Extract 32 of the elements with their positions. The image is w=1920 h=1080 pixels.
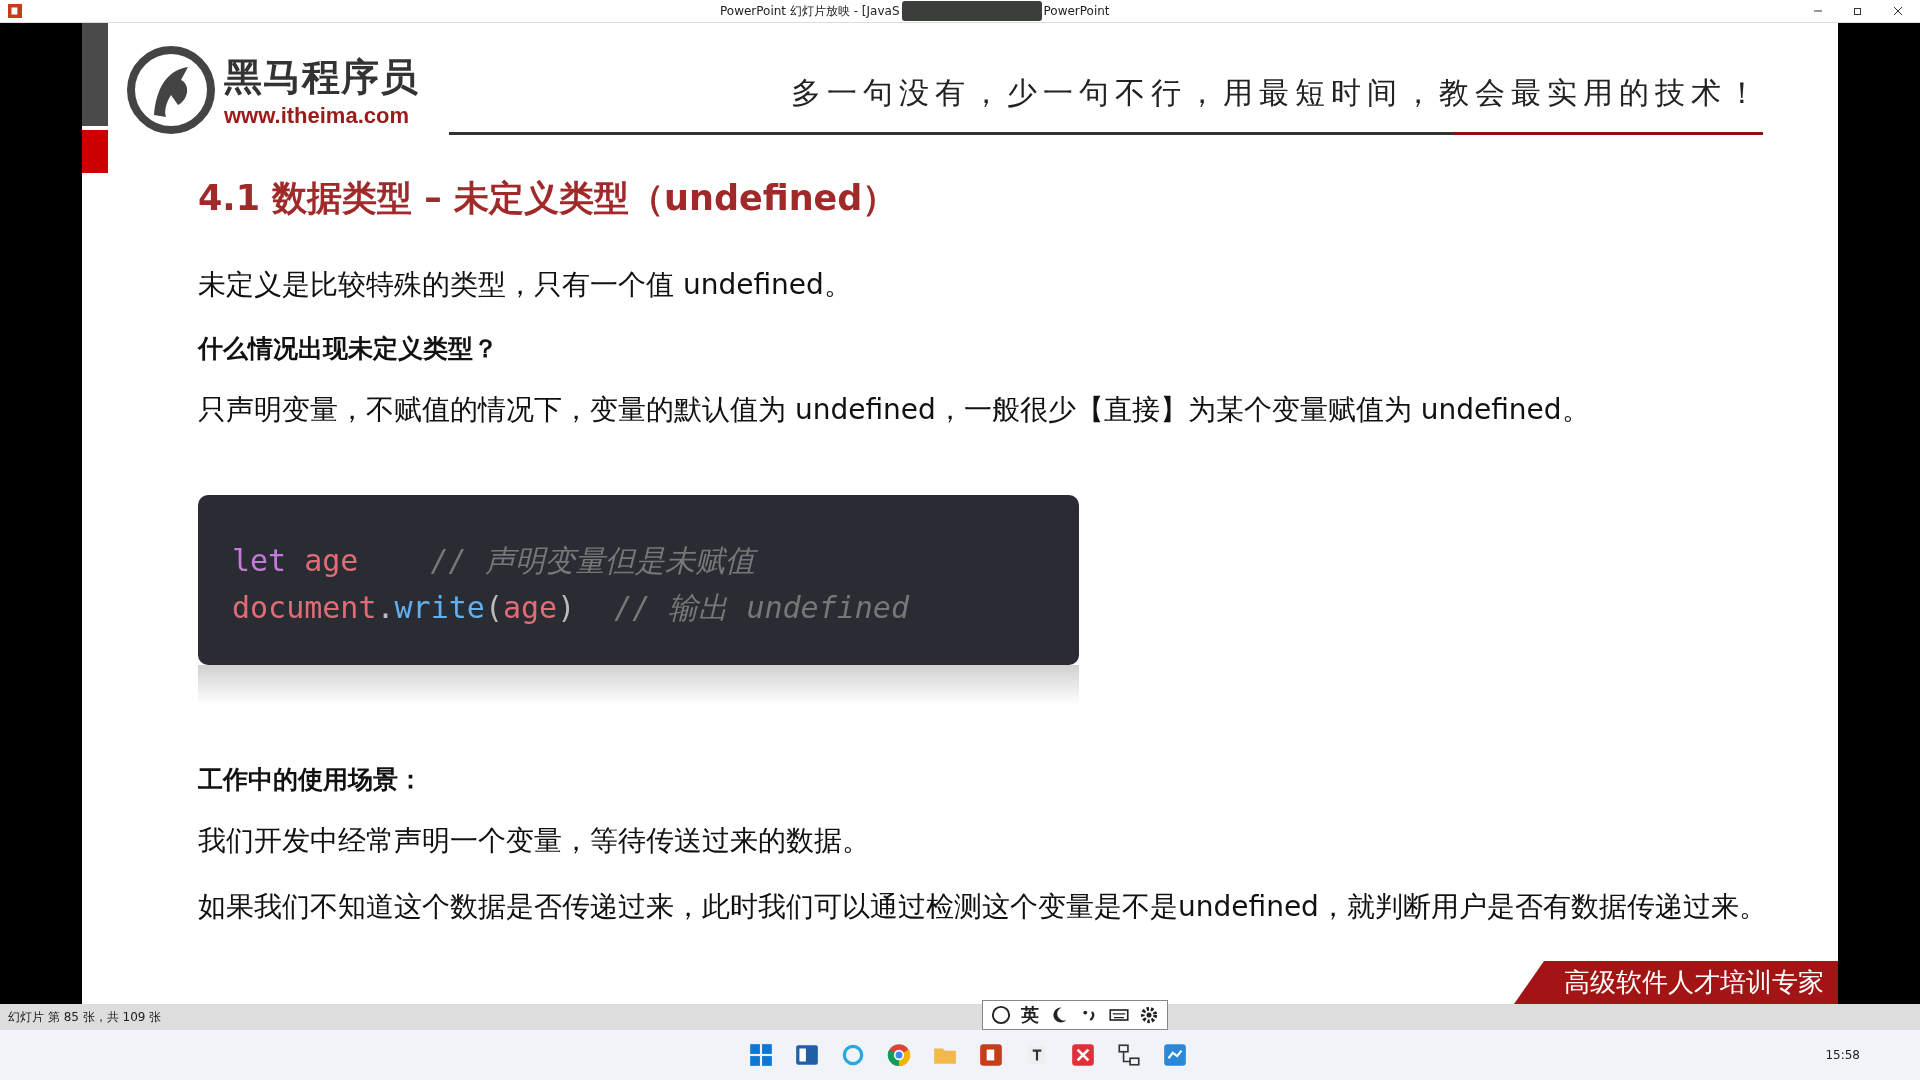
slide-title: 4.1 数据类型 – 未定义类型（undefined） [198,177,899,220]
restore-icon[interactable] [1853,6,1863,16]
xmind-icon[interactable] [1070,1042,1096,1068]
ime-logo-icon[interactable] [991,1005,1011,1025]
window-title: PowerPoint 幻灯片放映 - [JavaS [720,2,900,20]
widgets-icon[interactable] [794,1042,820,1068]
powerpoint-icon[interactable] [978,1042,1004,1068]
window-title: PowerPoint [1043,4,1110,18]
body-text: 我们开发中经常声明一个变量，等待传送过来的数据。 [198,823,871,859]
code-line: document.write(age) // 输出 undefined [232,589,911,627]
body-text: 如果我们不知道这个数据是否传递过来，此时我们可以通过检测这个变量是不是undefined，就判断用户是否有数据传递过来。 [198,889,1768,925]
body-text: 只声明变量，不赋值的情况下，变量的默认值为 undefined，一般很少【直接】为某个变量赋值为 undefined。 [198,392,1591,428]
section-heading: 什么情况出现未定义类型？ [198,333,499,365]
logo-name: 黑马程序员 [224,53,419,101]
close-icon[interactable] [1893,6,1903,16]
settings-icon[interactable] [1139,1005,1159,1025]
tagline: 多一句没有，少一句不行，用最短时间，教会最实用的技术！ [791,74,1763,112]
body-text: 未定义是比较特殊的类型，只有一个值 undefined。 [198,267,853,303]
chrome-icon[interactable] [886,1042,912,1068]
section-heading: 工作中的使用场景： [198,764,424,796]
slogan-banner: 高级软件人才培训专家 [1514,961,1838,1004]
slide-counter: 幻灯片 第 85 张，共 109 张 [8,1008,162,1026]
horse-logo-icon [126,45,216,135]
code-line: let age // 声明变量但是未赋值 [232,537,1045,584]
whiteboard-icon[interactable] [1162,1042,1188,1068]
clock: 15:58 [1825,1048,1860,1062]
logo-url: www.itheima.com [224,102,410,129]
slide-accent-block [82,130,108,173]
powerpoint-icon [8,4,22,18]
windows-start-icon[interactable] [748,1042,774,1068]
network-diagram-icon[interactable] [1116,1042,1142,1068]
input-mode-toggle[interactable]: 英 [1021,1003,1039,1027]
